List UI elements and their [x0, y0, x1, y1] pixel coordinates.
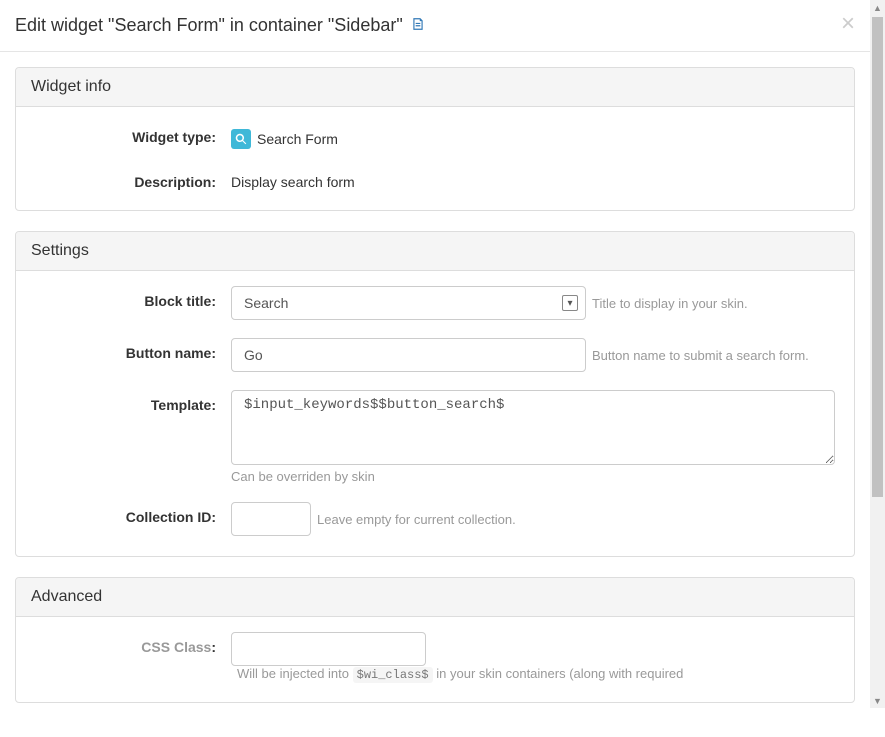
- settings-heading: Settings: [16, 232, 854, 271]
- css-class-input[interactable]: [231, 632, 426, 666]
- modal-title: Edit widget "Search Form" in container "…: [15, 15, 403, 36]
- advanced-heading: Advanced: [16, 578, 854, 617]
- modal-body: Widget info Widget type: Search Form Des…: [0, 52, 870, 737]
- button-name-input[interactable]: [231, 338, 586, 372]
- block-title-label: Block title:: [31, 286, 231, 309]
- autofill-icon[interactable]: ▾: [562, 295, 578, 311]
- collection-id-help-text: Leave empty for current collection.: [317, 512, 516, 527]
- block-title-input[interactable]: [231, 286, 586, 320]
- scrollbar-thumb[interactable]: [872, 17, 883, 497]
- css-class-help-text: Will be injected into $wi_class$ in your…: [237, 666, 683, 682]
- template-textarea[interactable]: $input_keywords$$button_search$: [231, 390, 835, 465]
- template-help-text: Can be overriden by skin: [231, 469, 839, 484]
- description-value: Display search form: [231, 174, 355, 190]
- widget-info-panel: Widget info Widget type: Search Form Des…: [15, 67, 855, 211]
- css-class-label: CSS Class:: [31, 632, 231, 655]
- close-button[interactable]: ×: [841, 12, 855, 36]
- manual-link-icon[interactable]: [411, 18, 425, 34]
- button-name-help-text: Button name to submit a search form.: [592, 348, 809, 363]
- description-label: Description:: [31, 167, 231, 190]
- collection-id-label: Collection ID:: [31, 502, 231, 525]
- widget-type-value: Search Form: [257, 131, 338, 147]
- template-label: Template:: [31, 390, 231, 413]
- widget-type-label: Widget type:: [31, 122, 231, 145]
- settings-panel: Settings Block title: ▾ Title to display…: [15, 231, 855, 557]
- advanced-panel: Advanced CSS Class: Will be injected int…: [15, 577, 855, 703]
- widget-info-heading: Widget info: [16, 68, 854, 107]
- collection-id-input[interactable]: [231, 502, 311, 536]
- search-icon: [231, 129, 251, 149]
- scrollbar-up-arrow[interactable]: ▲: [870, 0, 885, 15]
- scrollbar[interactable]: ▲ ▼: [870, 0, 885, 708]
- button-name-label: Button name:: [31, 338, 231, 361]
- scrollbar-down-arrow[interactable]: ▼: [870, 693, 885, 708]
- modal-header: Edit widget "Search Form" in container "…: [0, 0, 870, 52]
- block-title-help-text: Title to display in your skin.: [592, 296, 748, 311]
